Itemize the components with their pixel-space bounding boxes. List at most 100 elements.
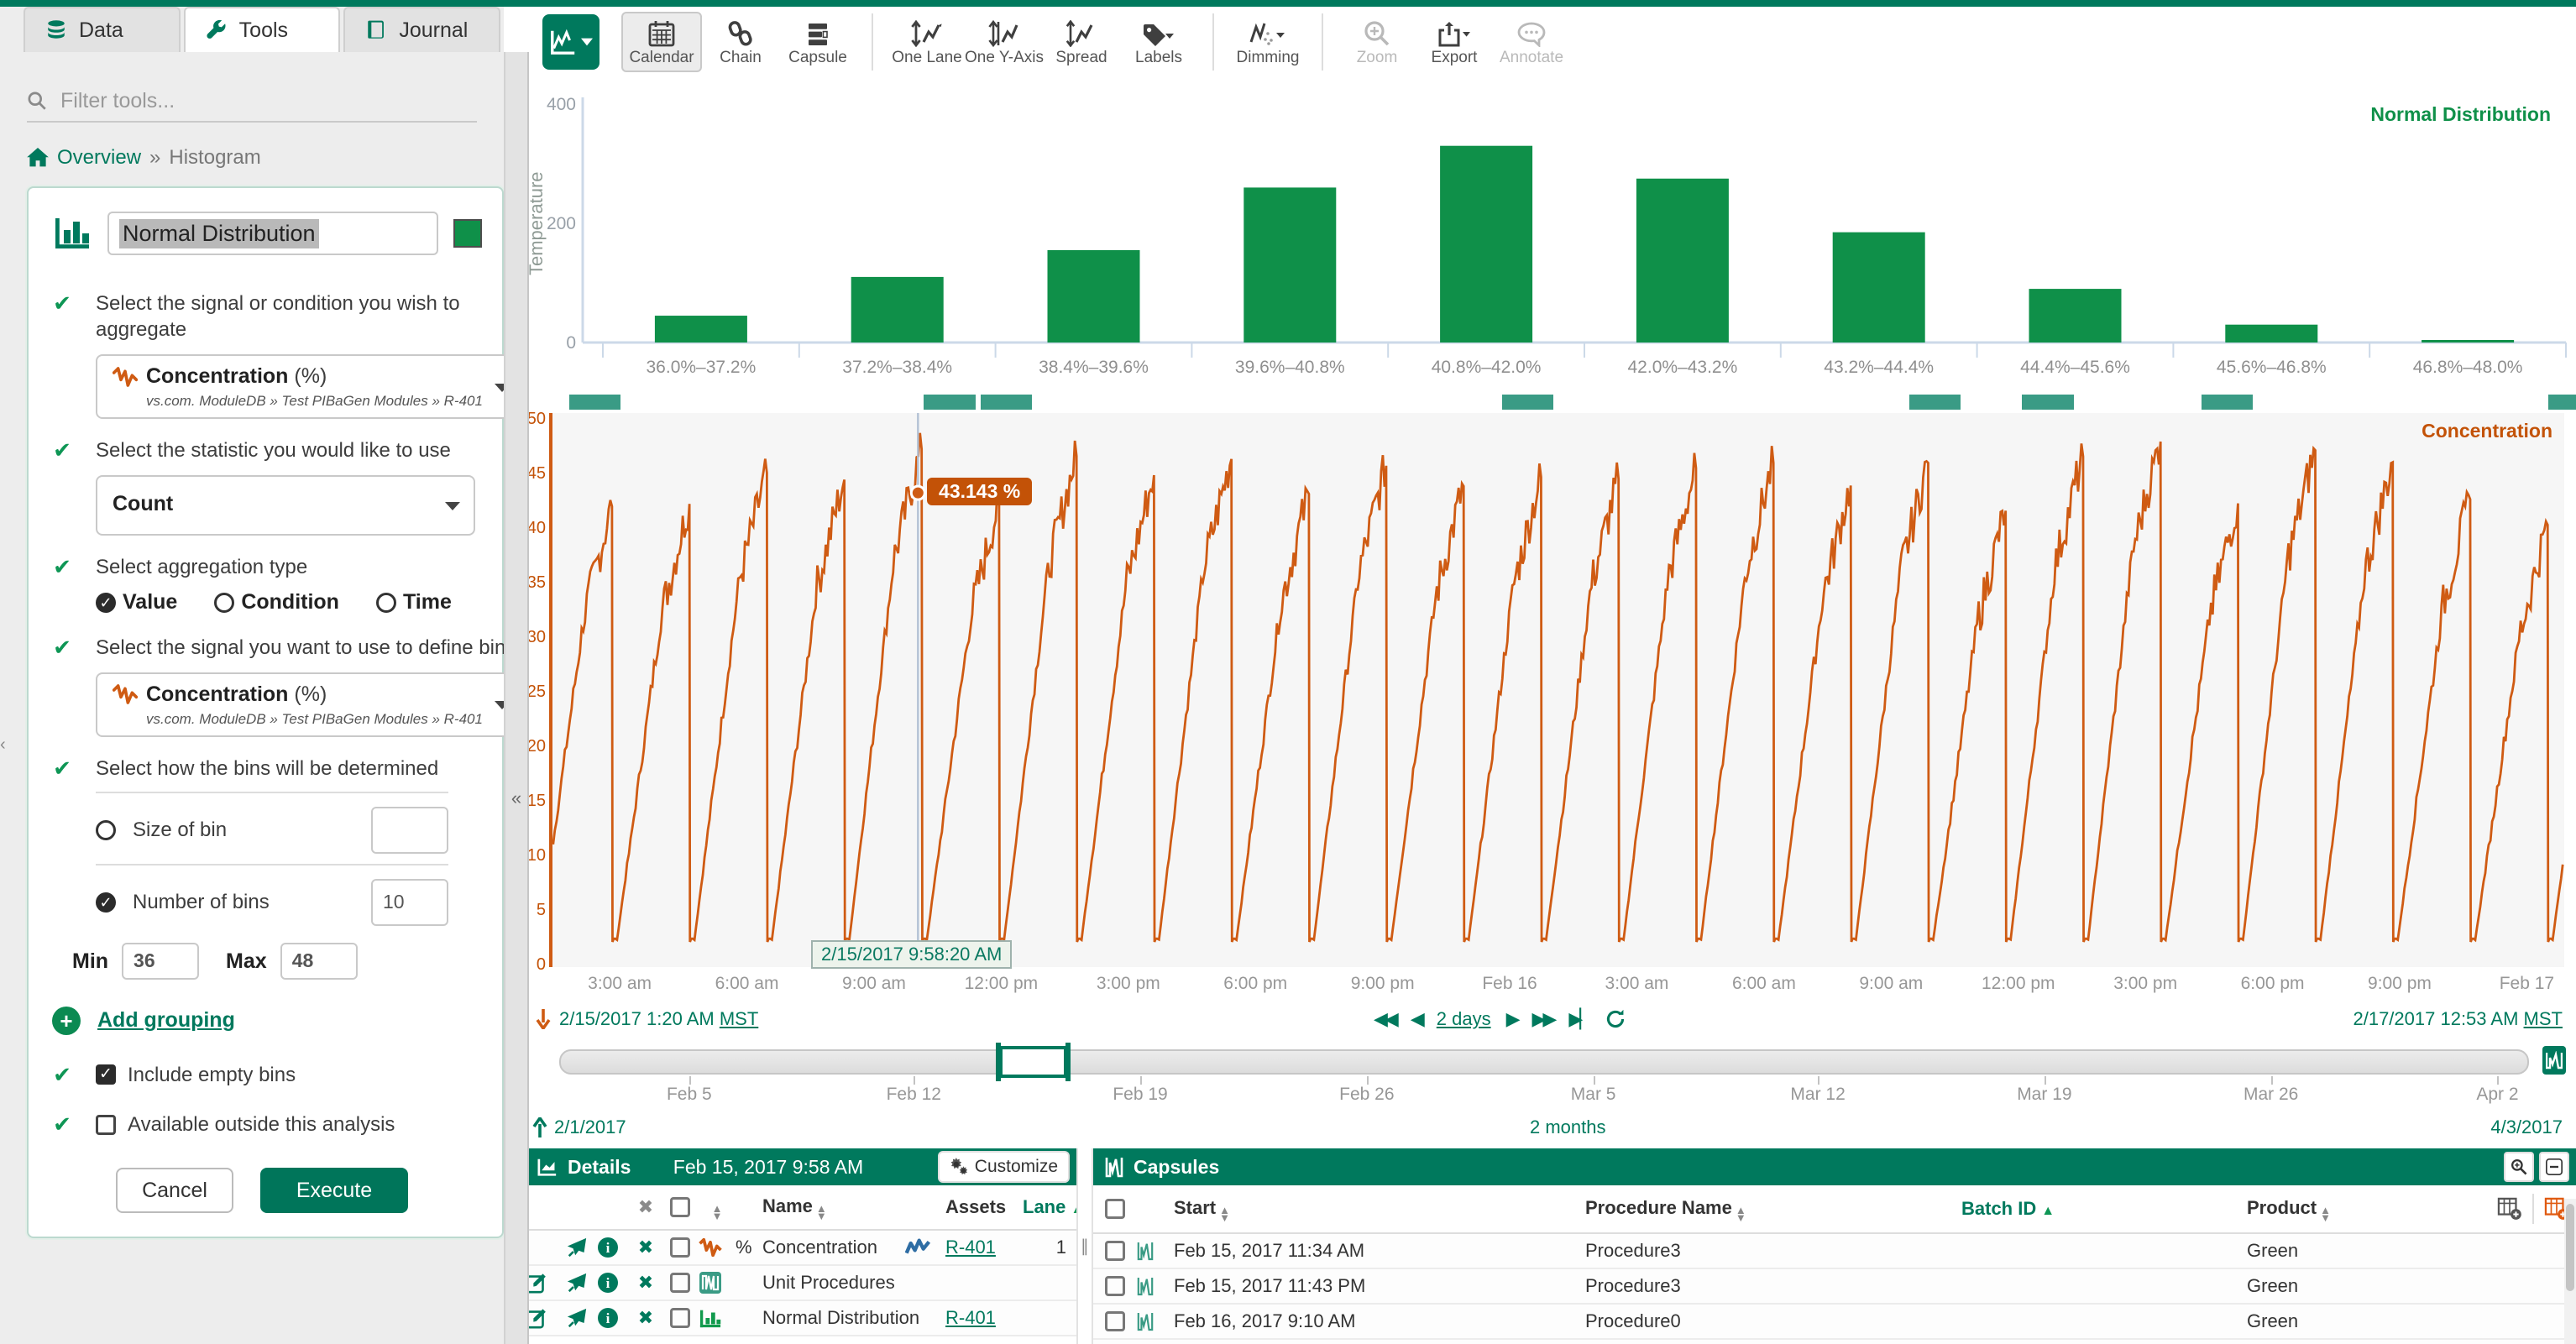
- capsule-row[interactable]: Feb 15, 2017 11:43 PM Procedure3 Green: [1093, 1269, 2576, 1305]
- aggregate-signal-select[interactable]: Concentration (%) vs.com. ModuleDB » Tes…: [96, 354, 525, 419]
- details-col-lane[interactable]: Lane▲: [1023, 1196, 1076, 1218]
- capsules-scrollbar[interactable]: [2564, 1199, 2576, 1344]
- row-checkbox[interactable]: [670, 1308, 690, 1328]
- step-back-fast-icon[interactable]: ◀◀: [1374, 1008, 1395, 1030]
- trend-legend-concentration[interactable]: Concentration: [2422, 420, 2552, 442]
- toolbar-one-lane-button[interactable]: One Lane: [888, 17, 966, 67]
- rocket-icon[interactable]: [566, 1307, 588, 1329]
- capsule-row[interactable]: Feb 15, 2017 11:34 AM Procedure3 Green: [1093, 1234, 2576, 1269]
- toolbar-one-y-axis-button[interactable]: One Y-Axis: [966, 17, 1043, 67]
- cancel-button[interactable]: Cancel: [116, 1168, 233, 1213]
- capsule-row-partial[interactable]: Feb 17, 2017 12:01 AM: [1093, 1340, 2576, 1344]
- toolbar-dimming-button[interactable]: Dimming: [1229, 17, 1306, 67]
- row-checkbox[interactable]: [1105, 1276, 1125, 1296]
- select-all-checkbox[interactable]: [1105, 1199, 1125, 1219]
- rocket-icon[interactable]: [566, 1272, 588, 1294]
- toolbar-chain-button[interactable]: Chain: [702, 17, 779, 67]
- breadcrumb-overview-link[interactable]: Overview: [57, 146, 141, 170]
- tab-tools[interactable]: Tools: [184, 7, 341, 52]
- size-of-bin-radio[interactable]: [96, 820, 116, 840]
- timeline-end-date[interactable]: 4/3/2017: [2490, 1117, 2563, 1138]
- customize-button[interactable]: Customize: [938, 1151, 1070, 1183]
- info-icon[interactable]: i: [598, 1308, 618, 1328]
- statistic-select[interactable]: Count: [96, 475, 475, 536]
- histogram-chart[interactable]: 0200400Temperature36.0%–37.2%37.2%–38.4%…: [526, 77, 2576, 393]
- duration-label[interactable]: 2 days: [1437, 1008, 1491, 1030]
- capsules-col-procedure[interactable]: Procedure Name▲▼: [1585, 1197, 1961, 1221]
- timeline-track[interactable]: [559, 1049, 2529, 1075]
- refresh-icon[interactable]: [1605, 1009, 1626, 1029]
- agg-condition-radio[interactable]: Condition: [214, 588, 339, 616]
- filter-tools-search[interactable]: Filter tools...: [27, 81, 477, 123]
- include-empty-bins-checkbox[interactable]: ✓: [96, 1064, 116, 1085]
- tab-data[interactable]: Data: [24, 7, 181, 52]
- details-row-unit-procedures[interactable]: i ✖ Unit Procedures: [526, 1266, 1076, 1301]
- info-icon[interactable]: i: [598, 1237, 618, 1258]
- trend-chart[interactable]: Concentration 43.143 % 2/15/2017 9:58:20…: [526, 413, 2576, 967]
- add-grouping[interactable]: + Add grouping: [52, 1007, 502, 1035]
- rocket-icon[interactable]: [566, 1237, 588, 1258]
- sidebar-gutter[interactable]: «: [504, 52, 529, 1344]
- sort-type-control[interactable]: ▲▼: [712, 1205, 723, 1220]
- bins-signal-select[interactable]: Concentration (%) vs.com. ModuleDB » Tes…: [96, 672, 525, 737]
- min-input[interactable]: 36: [122, 943, 199, 980]
- item-name[interactable]: Normal Distribution: [762, 1307, 905, 1329]
- range-end-label[interactable]: 2/17/2017 12:53 AM MST: [2353, 1008, 2563, 1030]
- step-forward-fast-icon[interactable]: ▶▶: [1532, 1008, 1554, 1030]
- agg-value-radio[interactable]: ✓Value: [96, 588, 177, 616]
- row-checkbox[interactable]: [670, 1237, 690, 1258]
- trend-plot-area[interactable]: [549, 413, 2564, 967]
- asset-swap-icon[interactable]: [905, 1237, 930, 1258]
- details-col-name[interactable]: Name▲▼: [762, 1195, 905, 1220]
- agg-time-radio[interactable]: Time: [376, 588, 452, 616]
- asset-link[interactable]: R-401: [945, 1237, 996, 1258]
- timeline-scrubber[interactable]: Feb 5Feb 12Feb 19Feb 26Mar 5Mar 12Mar 19…: [526, 1038, 2576, 1111]
- available-outside-checkbox[interactable]: [96, 1115, 116, 1135]
- details-col-assets[interactable]: Assets: [945, 1196, 1023, 1218]
- tab-journal[interactable]: Journal: [343, 7, 500, 52]
- capsule-row[interactable]: Feb 16, 2017 9:10 AM Procedure0 Green: [1093, 1305, 2576, 1340]
- item-name[interactable]: Unit Procedures: [762, 1272, 905, 1294]
- collapse-sidebar-icon[interactable]: «: [505, 787, 527, 809]
- details-row-concentration[interactable]: i ✖ % Concentration R-401 1: [526, 1231, 1076, 1266]
- row-checkbox[interactable]: [1105, 1311, 1125, 1331]
- info-icon[interactable]: i: [598, 1273, 618, 1293]
- toolbar-export-button[interactable]: Export: [1416, 17, 1493, 67]
- toolbar-labels-button[interactable]: Labels: [1120, 17, 1197, 67]
- toolbar-capsule-button[interactable]: Capsule: [779, 17, 856, 67]
- add-grouping-link[interactable]: Add grouping: [97, 1008, 235, 1033]
- item-name[interactable]: Concentration: [762, 1237, 905, 1258]
- color-swatch[interactable]: [453, 219, 482, 248]
- remove-icon[interactable]: ✖: [630, 1307, 662, 1329]
- execute-button[interactable]: Execute: [260, 1168, 408, 1213]
- view-mode-dropdown[interactable]: [542, 14, 599, 70]
- edit-pencil-icon[interactable]: [526, 1272, 549, 1294]
- max-input[interactable]: 48: [280, 943, 358, 980]
- capsules-col-product[interactable]: Product▲▼: [2247, 1197, 2465, 1221]
- step-to-end-icon[interactable]: ▶▏: [1568, 1008, 1590, 1030]
- edit-pencil-icon[interactable]: [526, 1307, 549, 1329]
- remove-icon[interactable]: ✖: [630, 1272, 662, 1294]
- remove-all-icon[interactable]: ✖: [630, 1196, 662, 1218]
- capsules-col-start[interactable]: Start▲▼: [1174, 1197, 1585, 1221]
- step-forward-icon[interactable]: ▶: [1506, 1008, 1517, 1030]
- range-start-label[interactable]: 2/15/2017 1:20 AM MST: [559, 1008, 758, 1030]
- row-checkbox[interactable]: [670, 1273, 690, 1293]
- asset-link[interactable]: R-401: [945, 1307, 996, 1328]
- toolbar-calendar-button[interactable]: Calendar: [621, 12, 702, 72]
- add-column-icon[interactable]: [2497, 1197, 2522, 1221]
- timeline-selection-window[interactable]: [999, 1046, 1067, 1078]
- capsules-zoom-button[interactable]: [2504, 1152, 2534, 1182]
- timeline-signal-icon[interactable]: [2542, 1046, 2566, 1075]
- size-of-bin-input[interactable]: [371, 807, 448, 854]
- timeline-start-date[interactable]: 2/1/2017: [554, 1117, 626, 1138]
- select-all-checkbox[interactable]: [670, 1197, 690, 1217]
- details-row-normal-distribution[interactable]: i ✖ Normal Distribution R-401: [526, 1301, 1076, 1336]
- row-checkbox[interactable]: [1105, 1241, 1125, 1261]
- toolbar-spread-button[interactable]: Spread: [1043, 17, 1120, 67]
- capsules-col-batch-id[interactable]: Batch ID▲: [1961, 1198, 2247, 1220]
- remove-icon[interactable]: ✖: [630, 1237, 662, 1258]
- home-icon[interactable]: [27, 148, 49, 168]
- capsules-collapse-button[interactable]: [2539, 1152, 2569, 1182]
- tool-title-input[interactable]: Normal Distribution: [107, 212, 438, 255]
